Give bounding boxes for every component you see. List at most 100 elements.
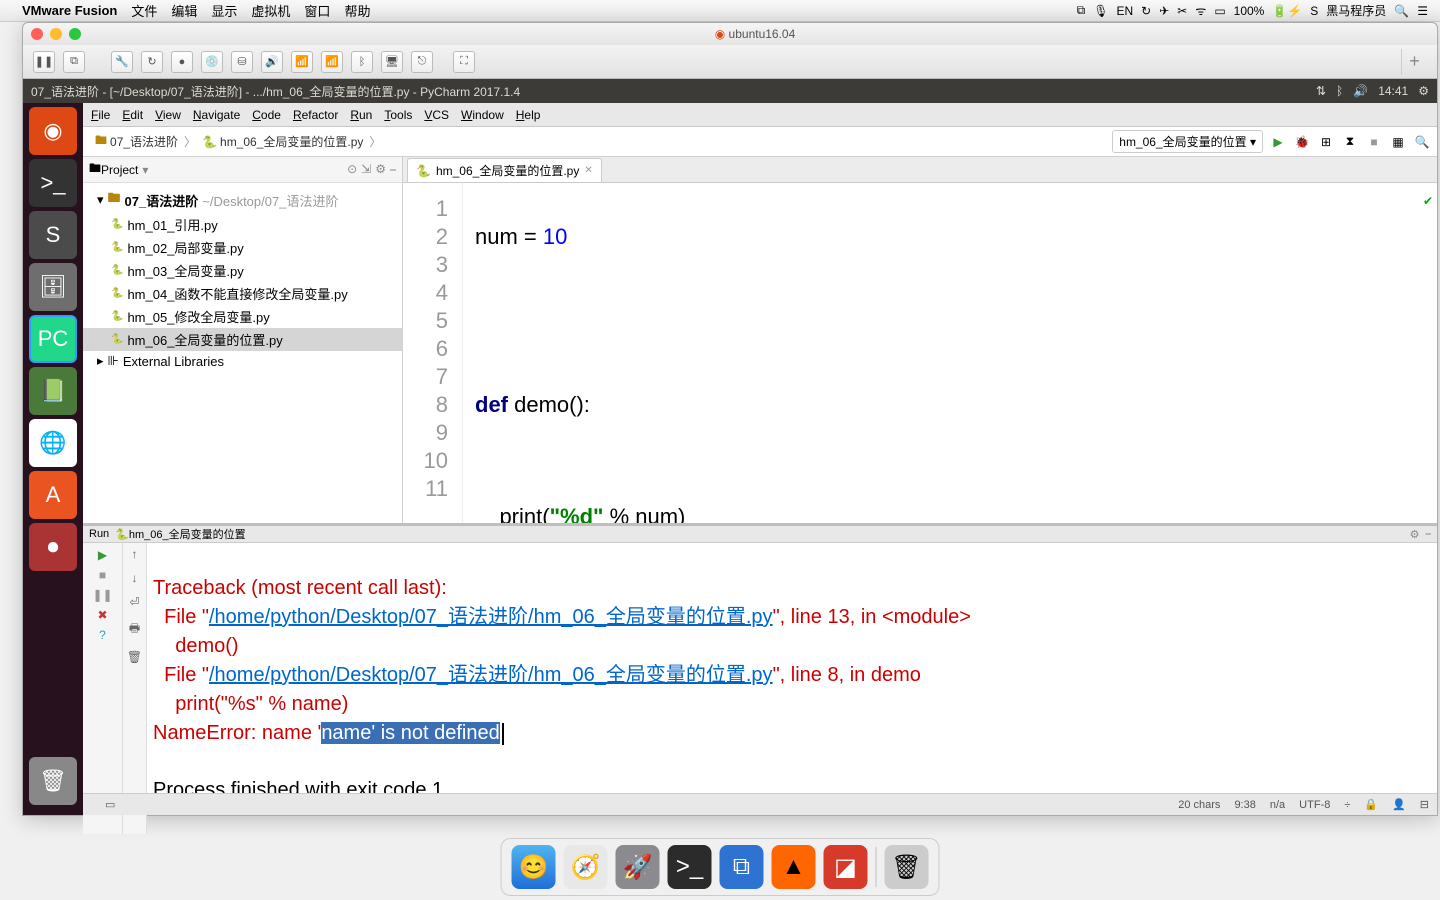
mac-menu-window[interactable]: 窗口 bbox=[304, 1, 330, 20]
vm-pause-button[interactable]: ❚❚ bbox=[33, 51, 55, 73]
layout-button[interactable]: ▦ bbox=[1389, 133, 1407, 151]
stop-run-button[interactable]: ■ bbox=[95, 567, 111, 583]
trash-icon[interactable]: ⊟ bbox=[1420, 798, 1429, 811]
dock-terminal[interactable]: >_ bbox=[668, 845, 712, 889]
display-icon[interactable]: ▭ bbox=[1214, 4, 1225, 18]
close-window-button[interactable] bbox=[31, 28, 43, 40]
run-button[interactable]: ▶ bbox=[1269, 133, 1287, 151]
vm-tool-usb[interactable]: ⎋ bbox=[411, 51, 433, 73]
battery-icon[interactable]: 🔋⚡ bbox=[1272, 4, 1302, 18]
expand-icon[interactable]: ▾ bbox=[97, 192, 104, 208]
top-gear-icon[interactable]: ⚙ bbox=[1418, 84, 1429, 98]
sync-icon[interactable]: ↻ bbox=[1141, 4, 1151, 18]
pc-menu-navigate[interactable]: Navigate bbox=[193, 108, 240, 122]
vm-tool-wrench[interactable]: 🔧 bbox=[111, 51, 133, 73]
pc-menu-help[interactable]: Help bbox=[516, 108, 541, 122]
status-text[interactable]: 黑马程序员 bbox=[1326, 2, 1386, 19]
mic-icon[interactable]: 🎙 bbox=[1093, 4, 1108, 18]
dock-vmware[interactable]: ⧉ bbox=[720, 845, 764, 889]
spotlight-icon[interactable]: 🔍 bbox=[1394, 4, 1409, 18]
help-button[interactable]: ? bbox=[95, 627, 111, 643]
launcher-files[interactable]: 🗄 bbox=[29, 263, 77, 311]
zoom-window-button[interactable] bbox=[69, 28, 81, 40]
close-tab-icon[interactable]: ✕ bbox=[584, 165, 592, 176]
inspector-icon[interactable]: 👤 bbox=[1392, 798, 1406, 811]
tree-root[interactable]: ▾🖿07_语法进阶 ~/Desktop/07_语法进阶 bbox=[83, 187, 402, 213]
dock-safari[interactable]: 🧭 bbox=[564, 845, 608, 889]
launcher-pycharm[interactable]: PC bbox=[29, 315, 77, 363]
vm-tool-hdd[interactable]: ⛁ bbox=[231, 51, 253, 73]
debug-button[interactable]: 🐞 bbox=[1293, 133, 1311, 151]
wifi-icon[interactable]: ᯤ bbox=[1195, 2, 1206, 19]
launcher-trash[interactable]: 🗑 bbox=[29, 757, 77, 805]
inspection-ok-icon[interactable]: ✔ bbox=[1423, 187, 1433, 215]
vm-tool-bt[interactable]: ᛒ bbox=[351, 51, 373, 73]
pc-menu-window[interactable]: Window bbox=[461, 108, 504, 122]
coverage-button[interactable]: ⊞ bbox=[1317, 133, 1335, 151]
breadcrumb-file[interactable]: 🐍hm_06_全局变量的位置.py bbox=[196, 131, 369, 152]
ime-icon[interactable]: S bbox=[1310, 4, 1318, 18]
run-config-selector[interactable]: hm_06_全局变量的位置 ▾ bbox=[1112, 130, 1263, 153]
project-tree[interactable]: ▾🖿07_语法进阶 ~/Desktop/07_语法进阶 🐍hm_01_引用.py… bbox=[83, 183, 402, 375]
bt-icon[interactable]: ✂ bbox=[1177, 4, 1187, 18]
tree-file[interactable]: 🐍hm_04_函数不能直接修改全局变量.py bbox=[83, 282, 402, 305]
profile-button[interactable]: ⧗ bbox=[1341, 133, 1359, 151]
code-editor[interactable]: 1234567891011 num = 10 def demo(): print… bbox=[403, 183, 1437, 523]
mac-menu-file[interactable]: 文件 bbox=[131, 1, 157, 20]
dock-vlc[interactable]: ▲ bbox=[772, 845, 816, 889]
tree-file[interactable]: 🐍hm_01_引用.py bbox=[83, 213, 402, 236]
dock-launchpad[interactable]: 🚀 bbox=[616, 845, 660, 889]
menu-icon[interactable]: ☰ bbox=[1417, 4, 1428, 18]
editor-tab[interactable]: 🐍hm_06_全局变量的位置.py✕ bbox=[407, 158, 602, 182]
clear-icon[interactable]: 🗑 bbox=[127, 650, 142, 664]
launcher-book[interactable]: 📗 bbox=[29, 367, 77, 415]
stop-button[interactable]: ■ bbox=[1365, 133, 1383, 151]
launcher-sublime[interactable]: S bbox=[29, 211, 77, 259]
top-bt-icon[interactable]: ᛒ bbox=[1336, 84, 1343, 98]
top-vol-icon[interactable]: 🔊 bbox=[1353, 84, 1368, 98]
vm-add-tab[interactable]: + bbox=[1401, 49, 1427, 75]
launcher-dash[interactable]: ◉ bbox=[29, 107, 77, 155]
battery-pct[interactable]: 100% bbox=[1234, 4, 1265, 18]
status-msg-icon[interactable]: ▭ bbox=[105, 798, 115, 811]
code-text[interactable]: num = 10 def demo(): print("%d" % num) p… bbox=[463, 183, 1437, 523]
tree-file[interactable]: 🐍hm_06_全局变量的位置.py bbox=[83, 328, 402, 351]
pc-menu-code[interactable]: Code bbox=[252, 108, 281, 122]
pc-menu-file[interactable]: File bbox=[91, 108, 110, 122]
top-time[interactable]: 14:41 bbox=[1378, 84, 1408, 98]
tree-file[interactable]: 🐍hm_03_全局变量.py bbox=[83, 259, 402, 282]
down-icon[interactable]: ↓ bbox=[132, 571, 138, 585]
status-encoding[interactable]: UTF-8 bbox=[1299, 799, 1330, 811]
tree-file[interactable]: 🐍hm_02_局部变量.py bbox=[83, 236, 402, 259]
gear-icon[interactable]: ⚙ bbox=[1410, 528, 1420, 541]
breadcrumb-project[interactable]: 🖿07_语法进阶 bbox=[89, 129, 184, 154]
hide-icon[interactable]: ⎯ bbox=[1426, 528, 1432, 541]
pc-menu-refactor[interactable]: Refactor bbox=[293, 108, 338, 122]
print-icon[interactable]: 🖶 bbox=[129, 619, 140, 640]
send-icon[interactable]: ✈ bbox=[1159, 4, 1169, 18]
wrap-icon[interactable]: ⏎ bbox=[129, 595, 139, 609]
dock-app[interactable]: ◪ bbox=[824, 845, 868, 889]
vm-tool-reload[interactable]: ↻ bbox=[141, 51, 163, 73]
tree-ext-libs[interactable]: ▸⊪External Libraries bbox=[83, 351, 402, 371]
pause-run-button[interactable]: ❚❚ bbox=[95, 587, 111, 603]
lock-icon[interactable]: 🔒 bbox=[1364, 798, 1378, 811]
rerun-button[interactable]: ▶ bbox=[95, 547, 111, 563]
hide-icon[interactable]: ⎯ bbox=[390, 162, 396, 177]
launcher-store[interactable]: A bbox=[29, 471, 77, 519]
pc-menu-edit[interactable]: Edit bbox=[122, 108, 143, 122]
mac-menu-help[interactable]: 帮助 bbox=[344, 1, 370, 20]
minimize-window-button[interactable] bbox=[50, 28, 62, 40]
collapse-icon[interactable]: ⊙ bbox=[347, 162, 357, 177]
vm-tool-sound[interactable]: 🔊 bbox=[261, 51, 283, 73]
mac-menu-view[interactable]: 显示 bbox=[211, 1, 237, 20]
console-output[interactable]: Traceback (most recent call last): File … bbox=[147, 543, 1437, 834]
vm-tool-display[interactable]: 🖥 bbox=[381, 51, 403, 73]
vm-tool-disk[interactable]: 💿 bbox=[201, 51, 223, 73]
vm-snapshot-button[interactable]: ⧉ bbox=[63, 51, 85, 73]
up-icon[interactable]: ↑ bbox=[132, 547, 138, 561]
screencap-icon[interactable]: ⧉ bbox=[1077, 3, 1086, 18]
vm-tool-net1[interactable]: 📶 bbox=[291, 51, 313, 73]
top-net-icon[interactable]: ⇅ bbox=[1316, 84, 1326, 98]
search-icon[interactable]: 🔍 bbox=[1413, 133, 1431, 151]
